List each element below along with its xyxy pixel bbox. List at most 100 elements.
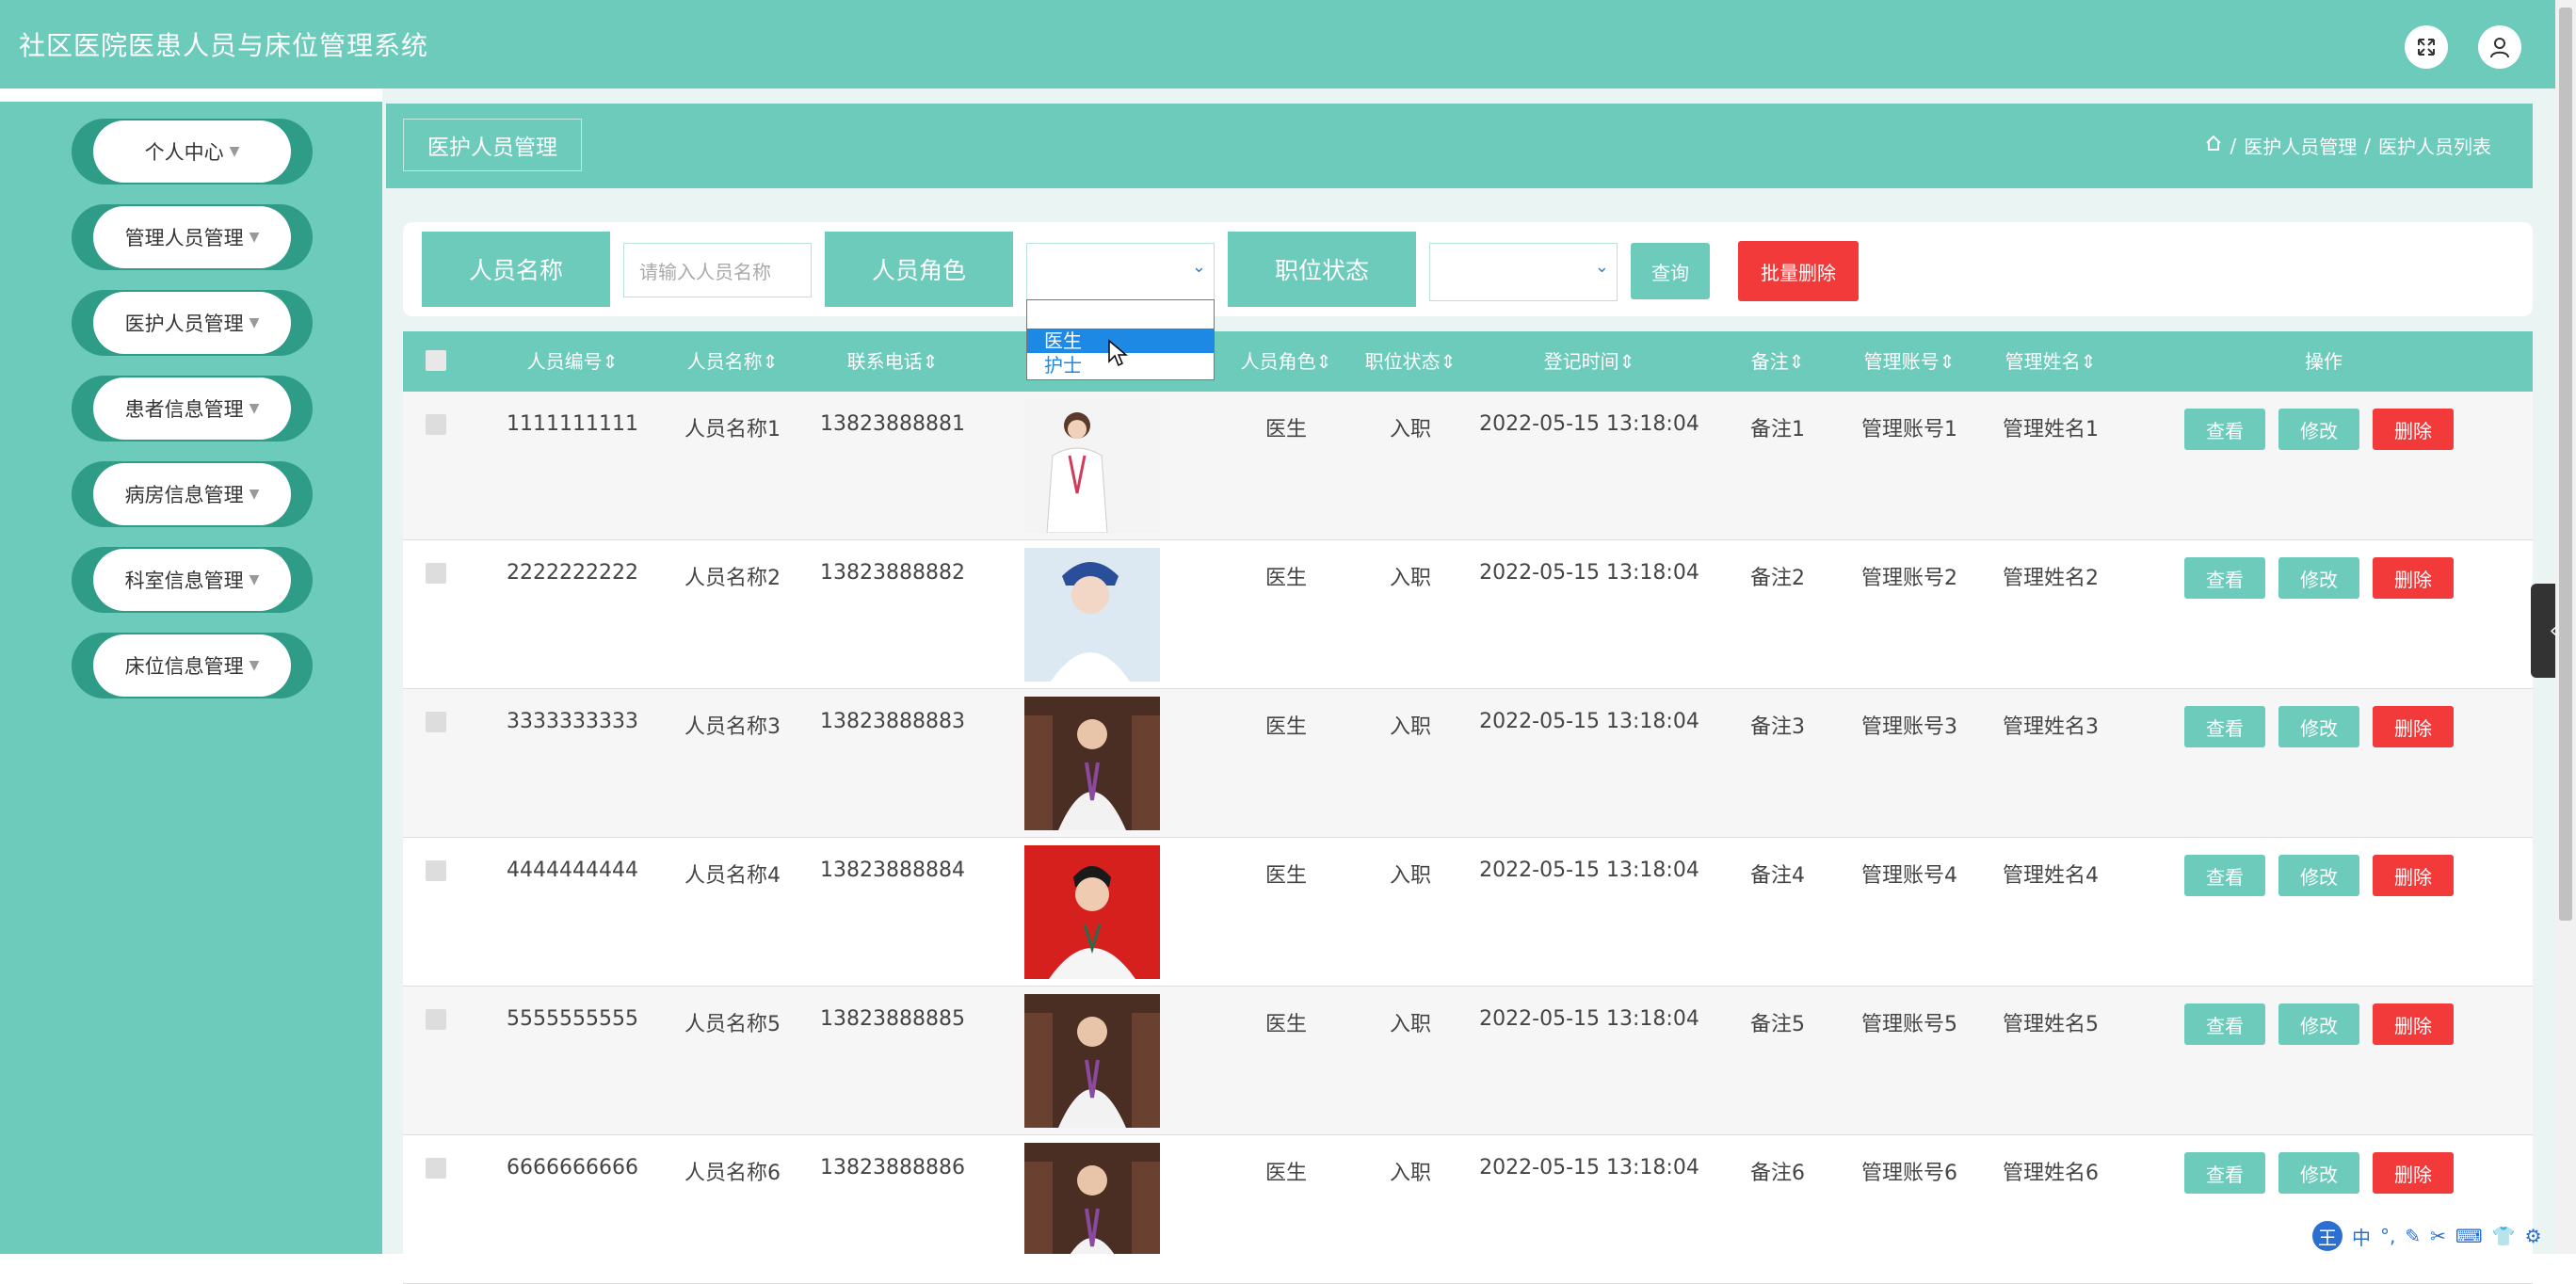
row-checkbox[interactable] [426, 712, 446, 732]
shirt-icon[interactable]: 👕 [2492, 1225, 2516, 1247]
edit-button[interactable]: 修改 [2278, 557, 2359, 599]
sidebar-item-ward-info[interactable]: 病房信息管理 ▼ [72, 461, 313, 527]
breadcrumb-separator: / [2230, 134, 2237, 157]
header-phone[interactable]: 联系电话⇕ [817, 331, 968, 392]
cell-id: 5555555555 [507, 1007, 638, 1031]
table-row: 5555555555 人员名称5 13823888885 医生 入职 2022-… [403, 987, 2533, 1135]
ime-logo[interactable]: 王 [2312, 1221, 2343, 1251]
fullscreen-icon[interactable] [2405, 25, 2448, 69]
view-button[interactable]: 查看 [2184, 409, 2265, 450]
cell-phone: 13823888886 [820, 1156, 965, 1180]
table-header: 人员编号⇕ 人员名称⇕ 联系电话⇕ 人员角色⇕ 职位状态⇕ 登记时间⇕ 备注⇕ … [403, 331, 2533, 392]
delete-button[interactable]: 删除 [2373, 557, 2454, 599]
header-account[interactable]: 管理账号⇕ [1834, 331, 1985, 392]
table-row: 1111111111 人员名称1 13823888881 医生 入职 2022-… [403, 392, 2533, 540]
cell-account: 管理账号5 [1861, 1013, 1957, 1036]
sidebar-item-medical-staff[interactable]: 医护人员管理 ▼ [72, 290, 313, 356]
sidebar-item-department-info[interactable]: 科室信息管理 ▼ [72, 547, 313, 613]
delete-button[interactable]: 删除 [2373, 706, 2454, 747]
view-button[interactable]: 查看 [2184, 557, 2265, 599]
header-id[interactable]: 人员编号⇕ [497, 331, 648, 392]
cell-time: 2022-05-15 13:18:04 [1479, 561, 1699, 585]
cell-phone: 13823888881 [820, 412, 965, 436]
sidebar-item-bed-info[interactable]: 床位信息管理 ▼ [72, 633, 313, 698]
delete-button[interactable]: 删除 [2373, 409, 2454, 450]
cell-manager: 管理姓名2 [2003, 567, 2099, 590]
row-checkbox[interactable] [426, 563, 446, 584]
cell-remark: 备注2 [1750, 567, 1805, 590]
sidebar-item-admin-management[interactable]: 管理人员管理 ▼ [72, 204, 313, 270]
sidebar-item-personal-center[interactable]: 个人中心 ▼ [72, 119, 313, 185]
cell-name: 人员名称1 [684, 418, 781, 441]
scissors-icon[interactable]: ✂ [2430, 1225, 2446, 1247]
page-scrollbar[interactable] [2555, 0, 2576, 1254]
edit-button[interactable]: 修改 [2278, 1003, 2359, 1045]
name-label: 人员名称 [422, 232, 610, 307]
cell-manager: 管理姓名4 [2003, 864, 2099, 888]
delete-button[interactable]: 删除 [2373, 855, 2454, 896]
cell-manager: 管理姓名6 [2003, 1162, 2099, 1185]
staff-photo [1024, 1143, 1160, 1254]
cell-account: 管理账号6 [1861, 1162, 1957, 1185]
scrollbar-thumb[interactable] [2559, 8, 2572, 921]
home-icon[interactable] [2204, 134, 2223, 157]
name-search-input[interactable]: 请输入人员名称 [623, 243, 812, 297]
delete-button[interactable]: 删除 [2373, 1003, 2454, 1045]
edit-button[interactable]: 修改 [2278, 409, 2359, 450]
pen-icon[interactable]: ✎ [2405, 1225, 2421, 1247]
batch-delete-button[interactable]: 批量删除 [1738, 241, 1859, 301]
cell-account: 管理账号3 [1861, 715, 1957, 739]
header-remark[interactable]: 备注⇕ [1721, 331, 1834, 392]
gear-icon[interactable]: ⚙ [2525, 1225, 2542, 1247]
cell-remark: 备注1 [1750, 418, 1805, 441]
punctuation-icon[interactable]: °, [2380, 1225, 2395, 1247]
staff-photo [1024, 399, 1160, 534]
cell-status: 入职 [1389, 1013, 1431, 1036]
caret-down-icon: ▼ [229, 144, 240, 159]
cell-name: 人员名称6 [684, 1162, 781, 1185]
role-select[interactable]: ⌄ [1026, 243, 1215, 301]
row-checkbox[interactable] [426, 1009, 446, 1030]
edit-button[interactable]: 修改 [2278, 706, 2359, 747]
status-label: 职位状态 [1228, 232, 1416, 307]
header-time[interactable]: 登记时间⇕ [1476, 331, 1702, 392]
view-button[interactable]: 查看 [2184, 855, 2265, 896]
cell-name: 人员名称4 [684, 864, 781, 888]
view-button[interactable]: 查看 [2184, 1152, 2265, 1194]
header-name[interactable]: 人员名称⇕ [657, 331, 808, 392]
role-option-empty[interactable] [1027, 306, 1214, 330]
breadcrumb-level2: 医护人员列表 [2378, 136, 2491, 158]
status-select[interactable]: ⌄ [1429, 243, 1618, 301]
cell-id: 1111111111 [507, 412, 638, 436]
user-icon[interactable] [2478, 25, 2521, 69]
breadcrumb: / 医护人员管理 / 医护人员列表 [2204, 132, 2491, 159]
cell-status: 入职 [1389, 567, 1431, 590]
breadcrumb-level1[interactable]: 医护人员管理 [2244, 132, 2357, 159]
sidebar-item-patient-info[interactable]: 患者信息管理 ▼ [72, 376, 313, 441]
header-manager[interactable]: 管理姓名⇕ [1975, 331, 2126, 392]
row-checkbox[interactable] [426, 1158, 446, 1179]
view-button[interactable]: 查看 [2184, 706, 2265, 747]
row-checkbox[interactable] [426, 860, 446, 881]
cell-phone: 13823888884 [820, 859, 965, 882]
query-button[interactable]: 查询 [1631, 243, 1710, 299]
select-all-checkbox[interactable] [426, 350, 446, 371]
row-checkbox[interactable] [426, 414, 446, 435]
keyboard-icon[interactable]: ⌨ [2455, 1225, 2483, 1247]
page-title-tab[interactable]: 医护人员管理 [403, 119, 582, 171]
cell-remark: 备注4 [1750, 864, 1805, 888]
cell-account: 管理账号2 [1861, 567, 1957, 590]
header-status[interactable]: 职位状态⇕ [1335, 331, 1486, 392]
cell-phone: 13823888883 [820, 710, 965, 733]
edit-button[interactable]: 修改 [2278, 1152, 2359, 1194]
caret-down-icon: ▼ [249, 658, 260, 673]
ime-language[interactable]: 中 [2352, 1223, 2371, 1250]
staff-photo [1024, 548, 1160, 682]
view-button[interactable]: 查看 [2184, 1003, 2265, 1045]
edit-button[interactable]: 修改 [2278, 855, 2359, 896]
caret-down-icon: ▼ [249, 487, 260, 502]
cell-time: 2022-05-15 13:18:04 [1479, 1007, 1699, 1031]
cell-id: 2222222222 [507, 561, 638, 585]
delete-button[interactable]: 删除 [2373, 1152, 2454, 1194]
mouse-cursor-icon [1107, 339, 1129, 371]
